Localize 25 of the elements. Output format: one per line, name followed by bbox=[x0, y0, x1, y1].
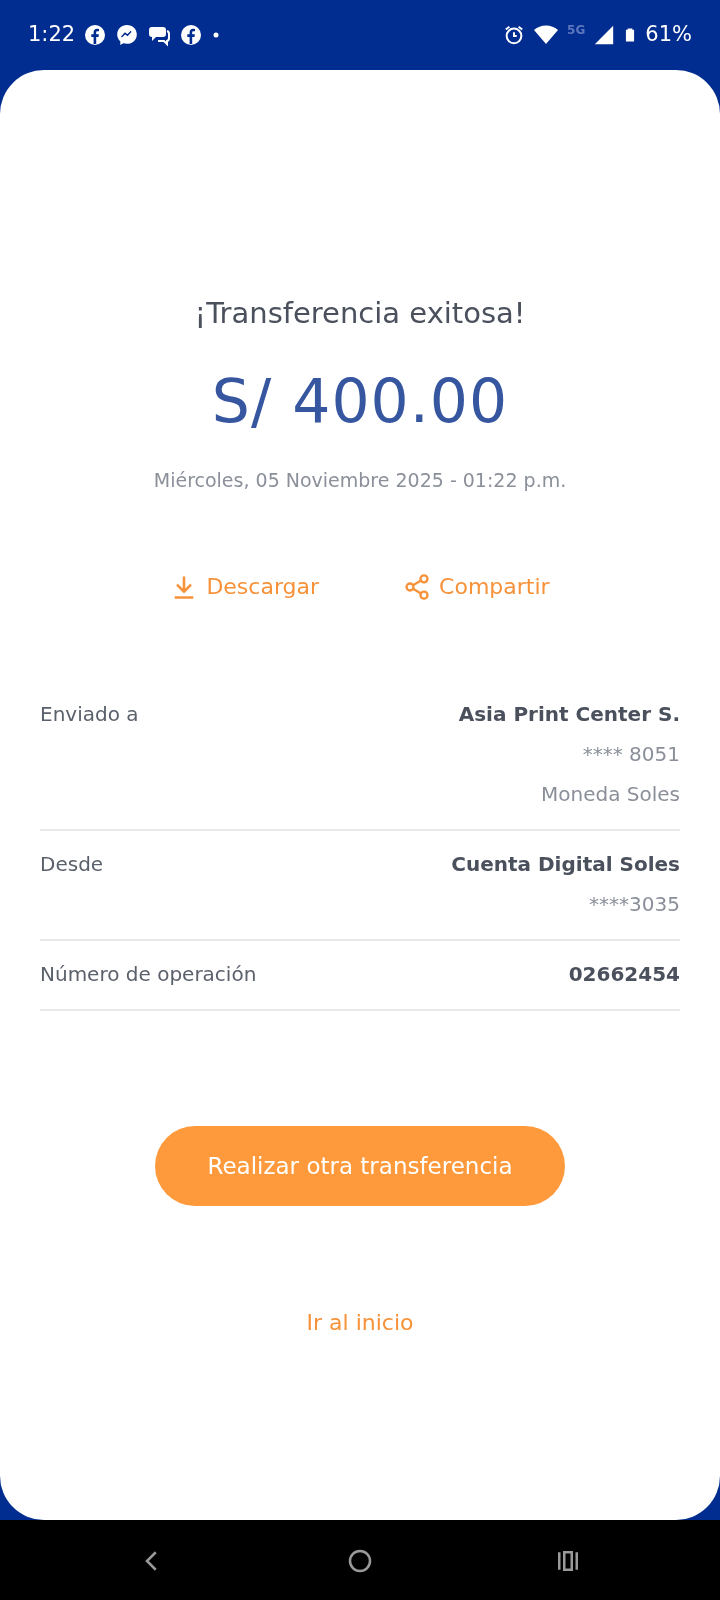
home-link[interactable]: Ir al inicio bbox=[306, 1306, 414, 1339]
share-button[interactable]: Compartir bbox=[403, 570, 550, 603]
alarm-clock-icon bbox=[503, 24, 526, 46]
circle-f-icon bbox=[83, 23, 108, 47]
clock-time: 1:22 bbox=[28, 21, 76, 49]
detail-label: Desde bbox=[40, 851, 104, 878]
signal-icon bbox=[593, 24, 616, 46]
success-title: ¡Transferencia exitosa! bbox=[194, 295, 526, 332]
detail-value: Moneda Soles bbox=[541, 781, 680, 808]
amount: S/ 400.00 bbox=[211, 364, 509, 438]
detail-value: Asia Print Center S. bbox=[458, 701, 680, 728]
detail-value: Cuenta Digital Soles bbox=[451, 851, 680, 878]
messenger-icon bbox=[115, 23, 140, 47]
network-type: 5G bbox=[567, 22, 586, 39]
circle-f-icon bbox=[179, 23, 204, 47]
download-button[interactable]: Descargar bbox=[170, 570, 320, 603]
detail-value: ****3035 bbox=[589, 891, 680, 918]
transaction-date: Miércoles, 05 Noviembre 2025 - 01:22 p.m. bbox=[153, 467, 567, 493]
detail-label: Enviado a bbox=[40, 701, 139, 728]
detail-label: Número de operación bbox=[40, 961, 257, 988]
battery-percent: 61% bbox=[645, 21, 692, 49]
new-transfer-button[interactable]: Realizar otra transferencia bbox=[155, 1126, 565, 1206]
detail-value: **** 8051 bbox=[582, 741, 680, 768]
share-icon bbox=[403, 572, 432, 601]
detail-value: 02662454 bbox=[568, 961, 680, 988]
